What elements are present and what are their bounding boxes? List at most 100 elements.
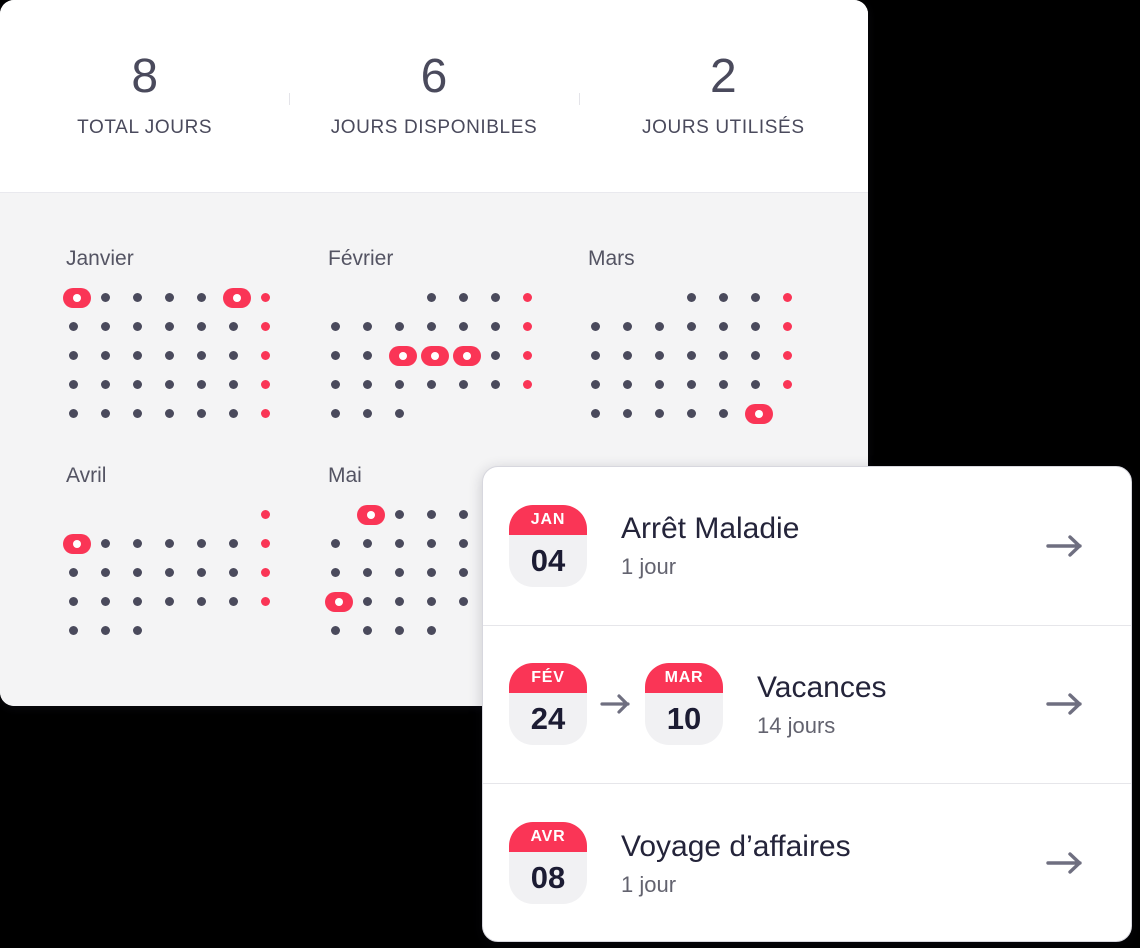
day-cell[interactable]: [66, 409, 98, 418]
day-cell[interactable]: [66, 380, 98, 389]
day-cell[interactable]: [98, 351, 130, 360]
day-cell-selected[interactable]: [63, 533, 98, 554]
day-cell[interactable]: [130, 409, 162, 418]
day-cell[interactable]: [620, 322, 652, 331]
day-cell[interactable]: [98, 322, 130, 331]
day-cell[interactable]: [392, 626, 424, 635]
day-cell[interactable]: [130, 380, 162, 389]
day-cell[interactable]: [360, 351, 392, 360]
list-item[interactable]: FÉV 24 MAR 10 Vacances 14 jours: [483, 626, 1131, 784]
day-cell[interactable]: [716, 322, 748, 331]
day-cell[interactable]: [360, 597, 392, 606]
day-cell[interactable]: [194, 351, 226, 360]
day-cell[interactable]: [226, 409, 258, 418]
day-cell[interactable]: [392, 568, 424, 577]
day-cell[interactable]: [194, 380, 226, 389]
day-cell[interactable]: [98, 409, 130, 418]
day-cell[interactable]: [360, 568, 392, 577]
day-cell[interactable]: [194, 293, 226, 302]
day-cell[interactable]: [748, 322, 780, 331]
day-cell[interactable]: [588, 322, 620, 331]
day-cell-selected[interactable]: [357, 504, 392, 525]
day-cell[interactable]: [130, 597, 162, 606]
day-cell[interactable]: [328, 322, 360, 331]
day-cell[interactable]: [716, 293, 748, 302]
list-item[interactable]: JAN 04 Arrêt Maladie 1 jour: [483, 467, 1131, 626]
day-cell-selected[interactable]: [325, 591, 360, 612]
day-cell[interactable]: [226, 322, 258, 331]
day-cell[interactable]: [66, 351, 98, 360]
arrow-right-icon[interactable]: [1039, 691, 1085, 717]
day-cell[interactable]: [588, 351, 620, 360]
day-cell[interactable]: [130, 626, 162, 635]
day-cell[interactable]: [748, 380, 780, 389]
day-cell-selected[interactable]: [421, 345, 456, 366]
day-cell[interactable]: [328, 626, 360, 635]
day-cell[interactable]: [488, 351, 520, 360]
arrow-right-icon[interactable]: [1039, 533, 1085, 559]
day-cell[interactable]: [162, 380, 194, 389]
day-cell[interactable]: [424, 510, 456, 519]
day-cell[interactable]: [684, 351, 716, 360]
day-cell[interactable]: [424, 322, 456, 331]
day-cell[interactable]: [456, 380, 488, 389]
month-day-grid[interactable]: [63, 287, 270, 418]
day-cell[interactable]: [194, 539, 226, 548]
day-cell[interactable]: [130, 568, 162, 577]
day-cell[interactable]: [360, 409, 392, 418]
day-cell[interactable]: [456, 322, 488, 331]
day-cell[interactable]: [194, 568, 226, 577]
day-cell[interactable]: [98, 568, 130, 577]
day-cell[interactable]: [162, 409, 194, 418]
month-day-grid[interactable]: [63, 510, 270, 635]
day-cell[interactable]: [588, 409, 620, 418]
day-cell[interactable]: [98, 293, 130, 302]
day-cell[interactable]: [748, 351, 780, 360]
day-cell[interactable]: [98, 626, 130, 635]
day-cell[interactable]: [226, 380, 258, 389]
day-cell[interactable]: [392, 597, 424, 606]
day-cell[interactable]: [130, 322, 162, 331]
day-cell[interactable]: [684, 380, 716, 389]
day-cell[interactable]: [162, 293, 194, 302]
day-cell-selected[interactable]: [745, 403, 780, 424]
day-cell[interactable]: [392, 510, 424, 519]
day-cell[interactable]: [424, 626, 456, 635]
day-cell[interactable]: [488, 293, 520, 302]
day-cell[interactable]: [226, 568, 258, 577]
day-cell[interactable]: [588, 380, 620, 389]
day-cell[interactable]: [392, 322, 424, 331]
day-cell[interactable]: [98, 539, 130, 548]
day-cell[interactable]: [780, 322, 812, 331]
day-cell[interactable]: [98, 380, 130, 389]
day-cell[interactable]: [66, 568, 98, 577]
day-cell[interactable]: [328, 351, 360, 360]
day-cell[interactable]: [98, 597, 130, 606]
month-day-grid[interactable]: [328, 293, 532, 418]
day-cell[interactable]: [456, 293, 488, 302]
day-cell[interactable]: [66, 597, 98, 606]
day-cell[interactable]: [652, 380, 684, 389]
day-cell[interactable]: [328, 568, 360, 577]
day-cell[interactable]: [716, 380, 748, 389]
day-cell[interactable]: [130, 293, 162, 302]
day-cell-selected[interactable]: [389, 345, 424, 366]
day-cell[interactable]: [620, 380, 652, 389]
day-cell[interactable]: [748, 293, 780, 302]
day-cell[interactable]: [780, 293, 812, 302]
list-item[interactable]: AVR 08 Voyage d’affaires 1 jour: [483, 784, 1131, 941]
day-cell[interactable]: [424, 380, 456, 389]
day-cell[interactable]: [652, 409, 684, 418]
day-cell[interactable]: [620, 351, 652, 360]
day-cell[interactable]: [716, 351, 748, 360]
day-cell[interactable]: [684, 322, 716, 331]
day-cell[interactable]: [130, 351, 162, 360]
day-cell[interactable]: [488, 322, 520, 331]
day-cell[interactable]: [424, 539, 456, 548]
day-cell[interactable]: [360, 539, 392, 548]
day-cell[interactable]: [162, 568, 194, 577]
day-cell[interactable]: [488, 380, 520, 389]
day-cell[interactable]: [226, 351, 258, 360]
day-cell[interactable]: [424, 597, 456, 606]
day-cell-selected[interactable]: [63, 287, 98, 308]
